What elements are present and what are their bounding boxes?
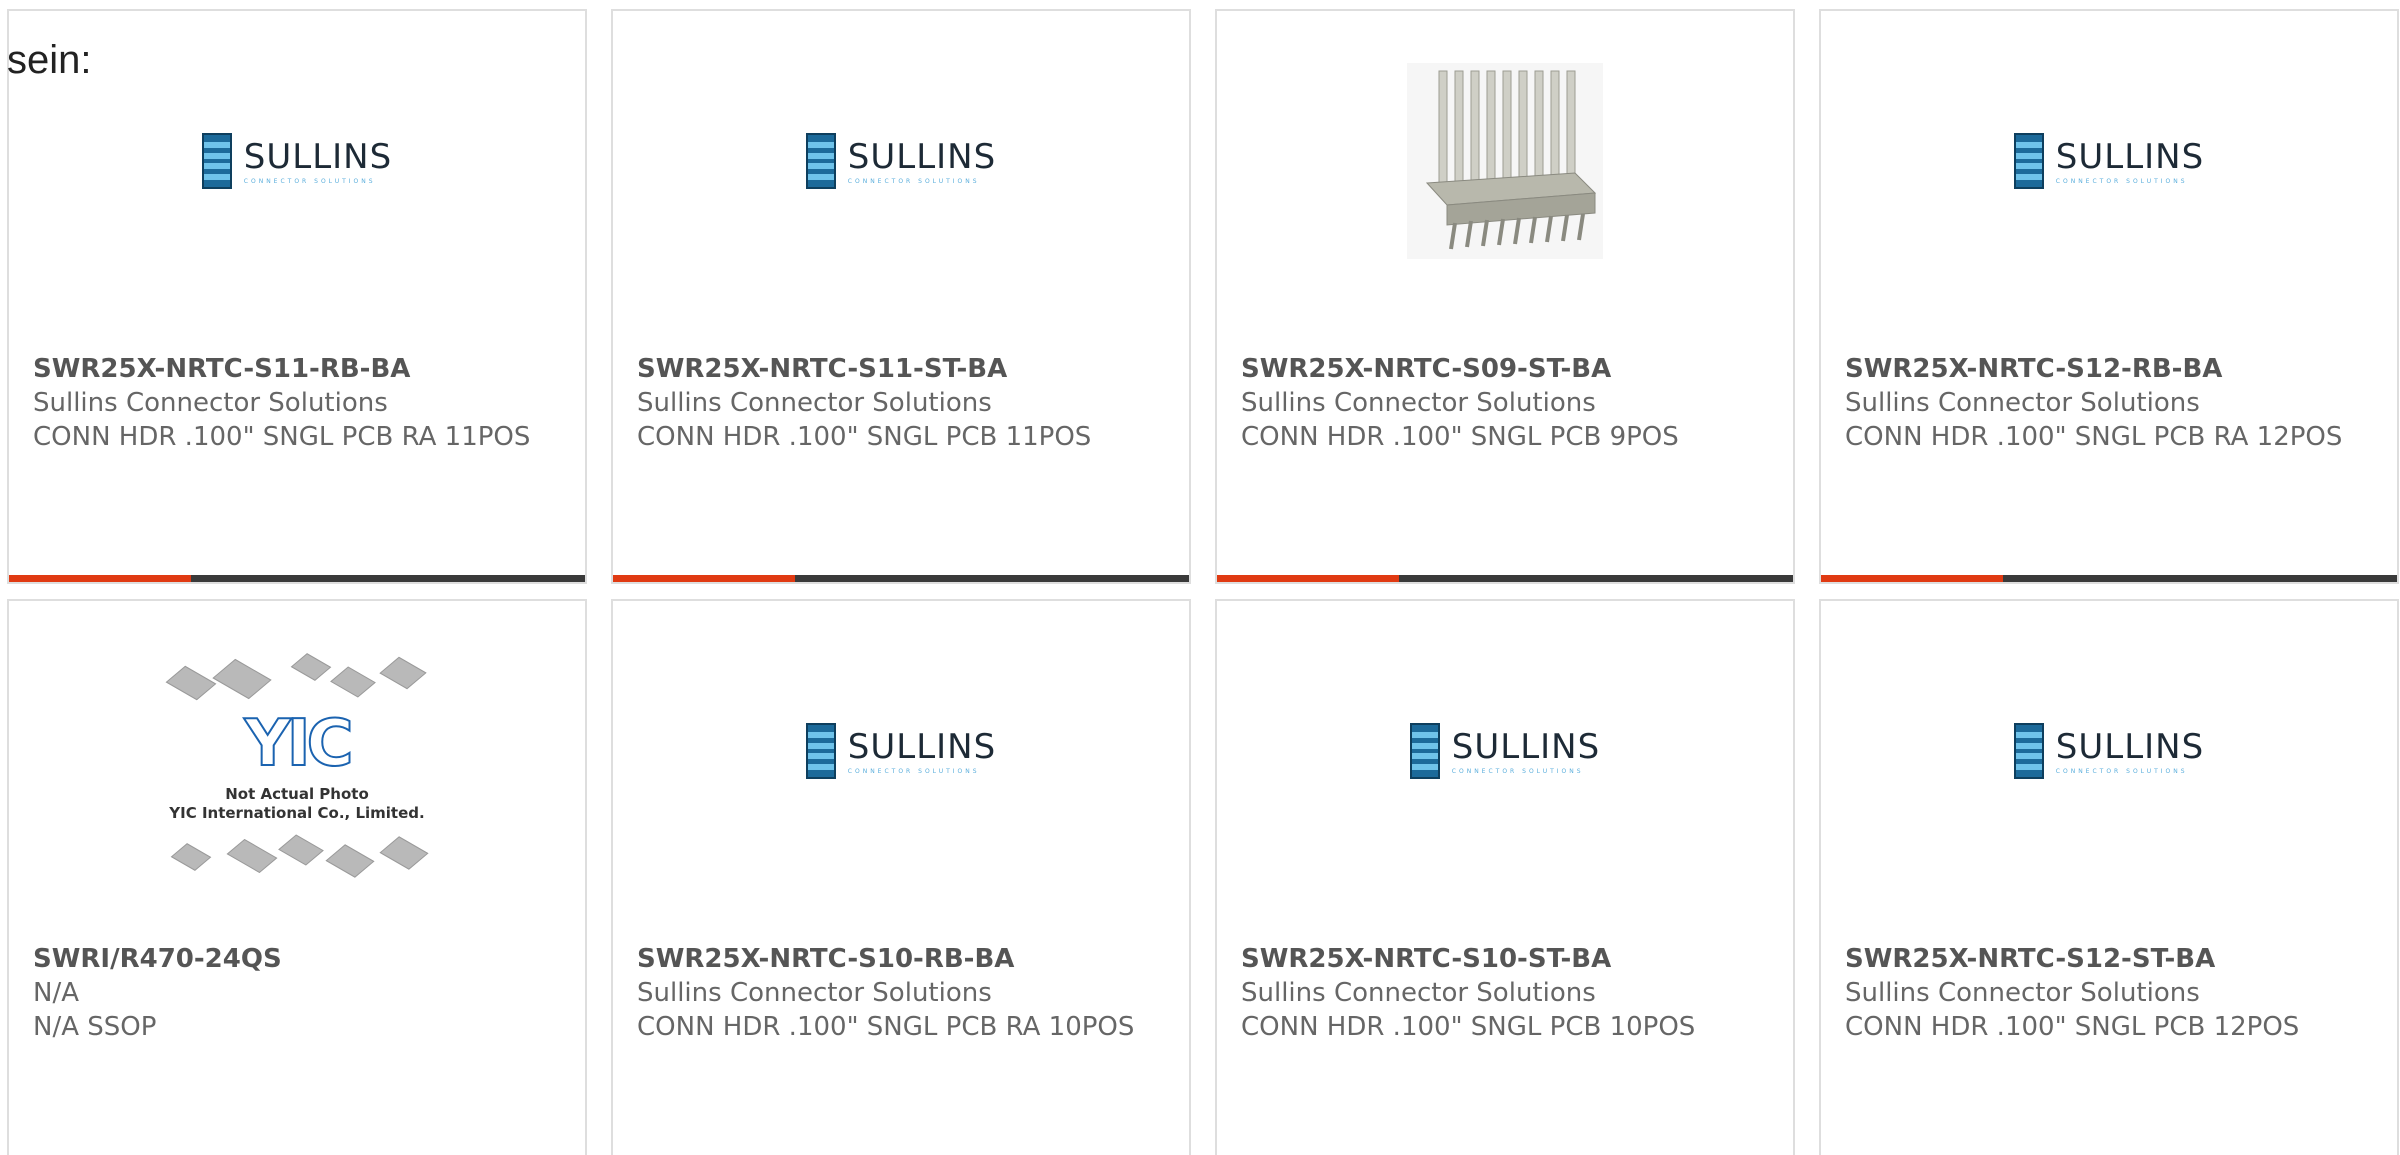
connector-photo-graphic: [1407, 63, 1603, 259]
sullins-logo: SULLINS CONNECTOR SOLUTIONS: [1409, 723, 1601, 779]
logo-wordmark: SULLINS: [243, 136, 393, 177]
logo-wordmark: SULLINS: [2055, 136, 2205, 177]
sullins-logo-icon: [805, 133, 836, 189]
part-number-link[interactable]: SWR25X-NRTC-S12-RB-BA: [1845, 352, 2377, 386]
product-image[interactable]: [1217, 63, 1793, 311]
product-card[interactable]: SULLINS CONNECTOR SOLUTIONS SWR25X-NRTC-…: [611, 599, 1191, 1155]
logo-wordmark: SULLINS: [1451, 726, 1601, 767]
logo-tagline: CONNECTOR SOLUTIONS: [243, 177, 376, 185]
product-card[interactable]: SULLINS CONNECTOR SOLUTIONS SWR25X-NRTC-…: [1819, 9, 2399, 584]
part-number-link[interactable]: SWR25X-NRTC-S12-ST-BA: [1845, 942, 2377, 976]
description: CONN HDR .100" SNGL PCB RA 10POS: [637, 1012, 1135, 1042]
manufacturer: Sullins Connector Solutions: [1241, 388, 1596, 418]
description: N/A SSOP: [33, 1012, 157, 1042]
part-number-link[interactable]: SWR25X-NRTC-S11-ST-BA: [637, 352, 1169, 386]
yic-logo: YIC: [243, 707, 354, 781]
card-footer-bar: [1217, 575, 1793, 582]
description: CONN HDR .100" SNGL PCB 12POS: [1845, 1012, 2300, 1042]
product-card[interactable]: YIC Not Actual Photo YIC International C…: [7, 599, 587, 1155]
description: CONN HDR .100" SNGL PCB 11POS: [637, 422, 1092, 452]
manufacturer: Sullins Connector Solutions: [1845, 388, 2200, 418]
description: CONN HDR .100" SNGL PCB 9POS: [1241, 422, 1679, 452]
manufacturer: Sullins Connector Solutions: [1845, 978, 2200, 1008]
logo-tagline: CONNECTOR SOLUTIONS: [2055, 767, 2188, 775]
manufacturer: Sullins Connector Solutions: [33, 388, 388, 418]
part-number-link[interactable]: SWR25X-NRTC-S11-RB-BA: [33, 352, 565, 386]
sullins-logo: SULLINS CONNECTOR SOLUTIONS: [805, 133, 997, 189]
description: CONN HDR .100" SNGL PCB 10POS: [1241, 1012, 1696, 1042]
description: CONN HDR .100" SNGL PCB RA 11POS: [33, 422, 531, 452]
part-number-link[interactable]: SWR25X-NRTC-S10-ST-BA: [1241, 942, 1773, 976]
product-image[interactable]: SULLINS CONNECTOR SOLUTIONS: [613, 661, 1189, 901]
logo-tagline: CONNECTOR SOLUTIONS: [1451, 767, 1584, 775]
manufacturer: N/A: [33, 978, 79, 1008]
logo-tagline: CONNECTOR SOLUTIONS: [847, 767, 980, 775]
product-image[interactable]: SULLINS CONNECTOR SOLUTIONS: [613, 71, 1189, 311]
product-card[interactable]: SULLINS CONNECTOR SOLUTIONS SWR25X-NRTC-…: [7, 9, 587, 584]
logo-tagline: CONNECTOR SOLUTIONS: [2055, 177, 2188, 185]
manufacturer: Sullins Connector Solutions: [1241, 978, 1596, 1008]
connector-photo: [1407, 63, 1603, 259]
part-number-link[interactable]: SWR25X-NRTC-S09-ST-BA: [1241, 352, 1773, 386]
description: CONN HDR .100" SNGL PCB RA 12POS: [1845, 422, 2343, 452]
product-card[interactable]: SULLINS CONNECTOR SOLUTIONS SWR25X-NRTC-…: [611, 9, 1191, 584]
product-card[interactable]: SULLINS CONNECTOR SOLUTIONS SWR25X-NRTC-…: [1215, 599, 1795, 1155]
sullins-logo-icon: [201, 133, 232, 189]
sullins-logo: SULLINS CONNECTOR SOLUTIONS: [201, 133, 393, 189]
sullins-logo-icon: [805, 723, 836, 779]
logo-wordmark: SULLINS: [847, 726, 997, 767]
product-image[interactable]: SULLINS CONNECTOR SOLUTIONS: [1217, 661, 1793, 901]
card-footer-bar: [9, 575, 585, 582]
product-image[interactable]: SULLINS CONNECTOR SOLUTIONS: [9, 71, 585, 311]
sullins-logo: SULLINS CONNECTOR SOLUTIONS: [2013, 133, 2205, 189]
product-listing-page: sein: SULLINS CONNECTOR SOLUTIONS SWR25X…: [0, 0, 2400, 1155]
yic-placeholder-image: YIC Not Actual Photo YIC International C…: [157, 651, 437, 891]
sullins-logo-icon: [2013, 133, 2044, 189]
manufacturer: Sullins Connector Solutions: [637, 388, 992, 418]
card-footer-bar: [613, 575, 1189, 582]
placeholder-note-line1: Not Actual Photo: [225, 785, 369, 803]
part-number-link[interactable]: SWRI/R470-24QS: [33, 942, 565, 976]
product-image[interactable]: SULLINS CONNECTOR SOLUTIONS: [1821, 71, 2397, 311]
product-image[interactable]: YIC Not Actual Photo YIC International C…: [9, 653, 585, 901]
sullins-logo: SULLINS CONNECTOR SOLUTIONS: [805, 723, 997, 779]
logo-wordmark: SULLINS: [2055, 726, 2205, 767]
logo-tagline: CONNECTOR SOLUTIONS: [847, 177, 980, 185]
product-grid: SULLINS CONNECTOR SOLUTIONS SWR25X-NRTC-…: [7, 9, 2399, 1155]
part-number-link[interactable]: SWR25X-NRTC-S10-RB-BA: [637, 942, 1169, 976]
product-card[interactable]: SULLINS CONNECTOR SOLUTIONS SWR25X-NRTC-…: [1819, 599, 2399, 1155]
sullins-logo-icon: [2013, 723, 2044, 779]
card-footer-bar: [1821, 575, 2397, 582]
sullins-logo-icon: [1409, 723, 1440, 779]
product-image[interactable]: SULLINS CONNECTOR SOLUTIONS: [1821, 661, 2397, 901]
placeholder-note-line2: YIC International Co., Limited.: [169, 804, 425, 822]
manufacturer: Sullins Connector Solutions: [637, 978, 992, 1008]
logo-wordmark: SULLINS: [847, 136, 997, 177]
product-card[interactable]: SWR25X-NRTC-S09-ST-BA Sullins Connector …: [1215, 9, 1795, 584]
sullins-logo: SULLINS CONNECTOR SOLUTIONS: [2013, 723, 2205, 779]
intro-text: sein:: [7, 38, 92, 82]
